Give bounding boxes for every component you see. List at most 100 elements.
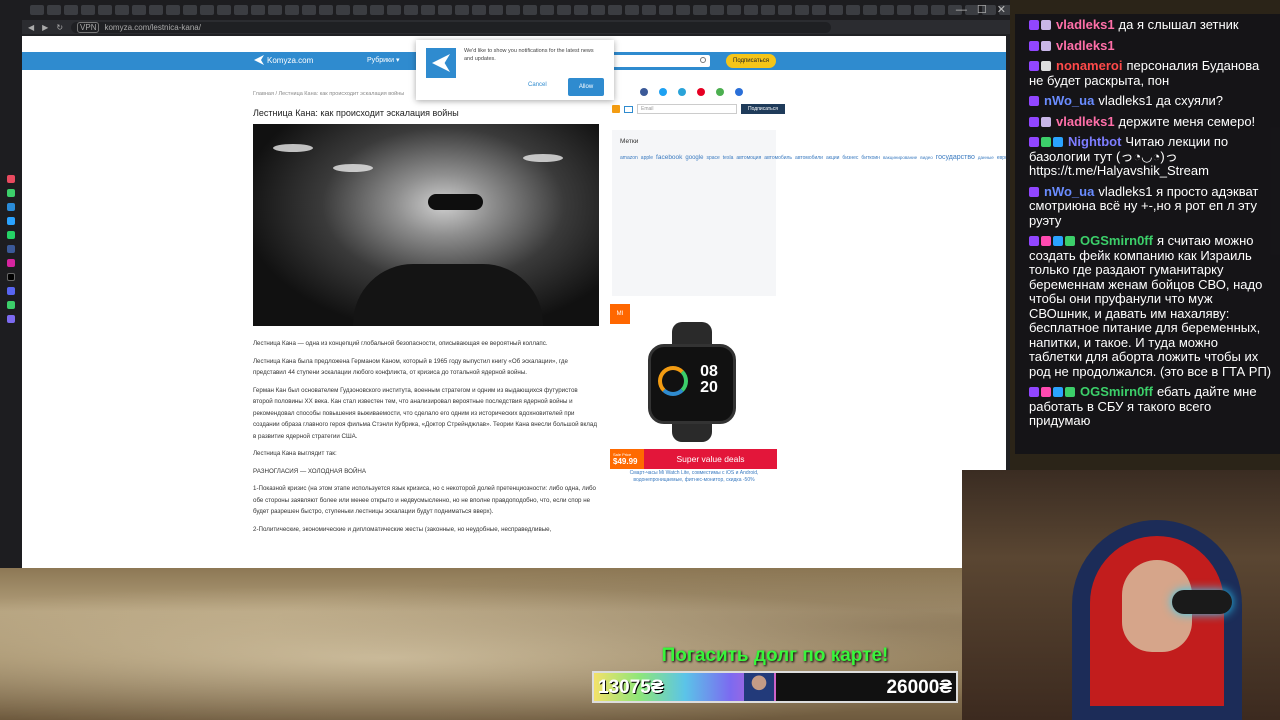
browser-tab[interactable] xyxy=(676,5,690,15)
tag-link[interactable]: автомоция xyxy=(736,155,761,161)
notification-cancel-button[interactable]: Cancel xyxy=(528,82,547,88)
chat-username[interactable]: OGSmirn0ff xyxy=(1080,233,1153,248)
maximize-icon[interactable]: ☐ xyxy=(977,4,987,16)
browser-tab[interactable] xyxy=(115,5,129,15)
browser-tab[interactable] xyxy=(897,5,911,15)
email-subscribe-button[interactable]: Подписаться xyxy=(741,104,785,114)
tag-link[interactable]: данные xyxy=(978,155,994,160)
browser-tab[interactable] xyxy=(761,5,775,15)
subscribe-button[interactable]: Подписаться xyxy=(726,54,776,68)
browser-tab[interactable] xyxy=(268,5,282,15)
search-input[interactable] xyxy=(602,55,710,67)
browser-tab[interactable] xyxy=(846,5,860,15)
browser-tab[interactable] xyxy=(744,5,758,15)
vpn-badge[interactable]: VPN xyxy=(77,21,100,33)
close-icon[interactable]: ✕ xyxy=(997,4,1006,16)
messenger-icon[interactable] xyxy=(7,203,15,211)
chat-username[interactable]: OGSmirn0ff xyxy=(1080,384,1153,399)
back-icon[interactable]: ◀ xyxy=(28,23,34,32)
x-icon[interactable] xyxy=(7,273,15,281)
chat-username[interactable]: nonameroi xyxy=(1056,58,1122,73)
reload-icon[interactable]: ↻ xyxy=(56,23,63,32)
browser-tab[interactable] xyxy=(472,5,486,15)
tag-link[interactable]: европа xyxy=(997,155,1006,161)
minimize-icon[interactable]: — xyxy=(956,4,967,16)
browser-tab[interactable] xyxy=(30,5,44,15)
pinterest-icon[interactable] xyxy=(697,88,705,96)
instagram-icon[interactable] xyxy=(7,259,15,267)
browser-tab[interactable] xyxy=(166,5,180,15)
breadcrumb[interactable]: Главная / Лестница Кана: как происходит … xyxy=(253,91,404,97)
browser-tab[interactable] xyxy=(132,5,146,15)
twitter-icon[interactable] xyxy=(659,88,667,96)
browser-tab[interactable] xyxy=(540,5,554,15)
browser-tab[interactable] xyxy=(812,5,826,15)
browser-tab[interactable] xyxy=(557,5,571,15)
sidebar-app-icon[interactable] xyxy=(7,301,15,309)
tab-strip[interactable] xyxy=(0,0,1010,20)
browser-tab[interactable] xyxy=(574,5,588,15)
telegram-icon[interactable] xyxy=(678,88,686,96)
tag-link[interactable]: facebook xyxy=(656,154,682,161)
tag-link[interactable]: биткоин xyxy=(861,155,880,161)
browser-tab[interactable] xyxy=(489,5,503,15)
browser-tab[interactable] xyxy=(404,5,418,15)
vk-icon[interactable] xyxy=(7,245,15,253)
facebook-icon[interactable] xyxy=(640,88,648,96)
url-field[interactable]: VPN komyza.com/lestnica-kana/ xyxy=(71,21,832,33)
browser-tab[interactable] xyxy=(608,5,622,15)
url-text[interactable]: komyza.com/lestnica-kana/ xyxy=(104,23,200,32)
tag-link[interactable]: государство xyxy=(936,154,975,161)
browser-tab[interactable] xyxy=(98,5,112,15)
rss-icon[interactable] xyxy=(612,105,620,113)
browser-tab[interactable] xyxy=(642,5,656,15)
tag-link[interactable]: автомобиль xyxy=(764,155,792,161)
browser-tab[interactable] xyxy=(591,5,605,15)
browser-tab[interactable] xyxy=(319,5,333,15)
nav-rubrics[interactable]: Рубрики ▾ xyxy=(367,56,400,64)
chat-username[interactable]: Nightbot xyxy=(1068,134,1121,149)
email-field[interactable]: Email xyxy=(637,104,737,114)
tag-link[interactable]: amazon xyxy=(620,155,638,161)
chat-username[interactable]: vladleks1 xyxy=(1056,38,1115,53)
tag-link[interactable]: автомобили xyxy=(795,155,823,161)
sidebar-app-icon[interactable] xyxy=(7,315,15,323)
browser-tab[interactable] xyxy=(200,5,214,15)
tag-link[interactable]: space xyxy=(706,155,719,161)
browser-tab[interactable] xyxy=(506,5,520,15)
chat-username[interactable]: vladleks1 xyxy=(1056,114,1115,129)
browser-tab[interactable] xyxy=(438,5,452,15)
browser-tab[interactable] xyxy=(285,5,299,15)
sidebar-app-icon[interactable] xyxy=(7,175,15,183)
whatsapp-icon[interactable] xyxy=(7,231,15,239)
tag-link[interactable]: apple xyxy=(641,155,653,161)
browser-tab[interactable] xyxy=(64,5,78,15)
browser-tab[interactable] xyxy=(353,5,367,15)
browser-tab[interactable] xyxy=(455,5,469,15)
ad-banner[interactable]: MI 08 20 Sale Price $49.99 Super value d… xyxy=(610,304,777,484)
browser-tab[interactable] xyxy=(625,5,639,15)
browser-tab[interactable] xyxy=(914,5,928,15)
forward-icon[interactable]: ▶ xyxy=(42,23,48,32)
browser-tab[interactable] xyxy=(829,5,843,15)
browser-tab[interactable] xyxy=(863,5,877,15)
browser-tab[interactable] xyxy=(710,5,724,15)
tag-link[interactable]: вакцинирование xyxy=(883,155,917,160)
browser-tab[interactable] xyxy=(795,5,809,15)
browser-tab[interactable] xyxy=(387,5,401,15)
tag-link[interactable]: акции xyxy=(826,155,839,161)
browser-tab[interactable] xyxy=(302,5,316,15)
browser-tab[interactable] xyxy=(727,5,741,15)
browser-tab[interactable] xyxy=(234,5,248,15)
browser-tab[interactable] xyxy=(47,5,61,15)
browser-tab[interactable] xyxy=(523,5,537,15)
discord-icon[interactable] xyxy=(7,287,15,295)
chat-username[interactable]: nWo_ua xyxy=(1044,184,1094,199)
browser-tab[interactable] xyxy=(370,5,384,15)
browser-tab[interactable] xyxy=(217,5,231,15)
tag-link[interactable]: видео xyxy=(920,155,933,160)
browser-tab[interactable] xyxy=(336,5,350,15)
browser-tab[interactable] xyxy=(421,5,435,15)
telegram-icon[interactable] xyxy=(7,217,15,225)
tag-link[interactable]: google xyxy=(685,155,703,161)
